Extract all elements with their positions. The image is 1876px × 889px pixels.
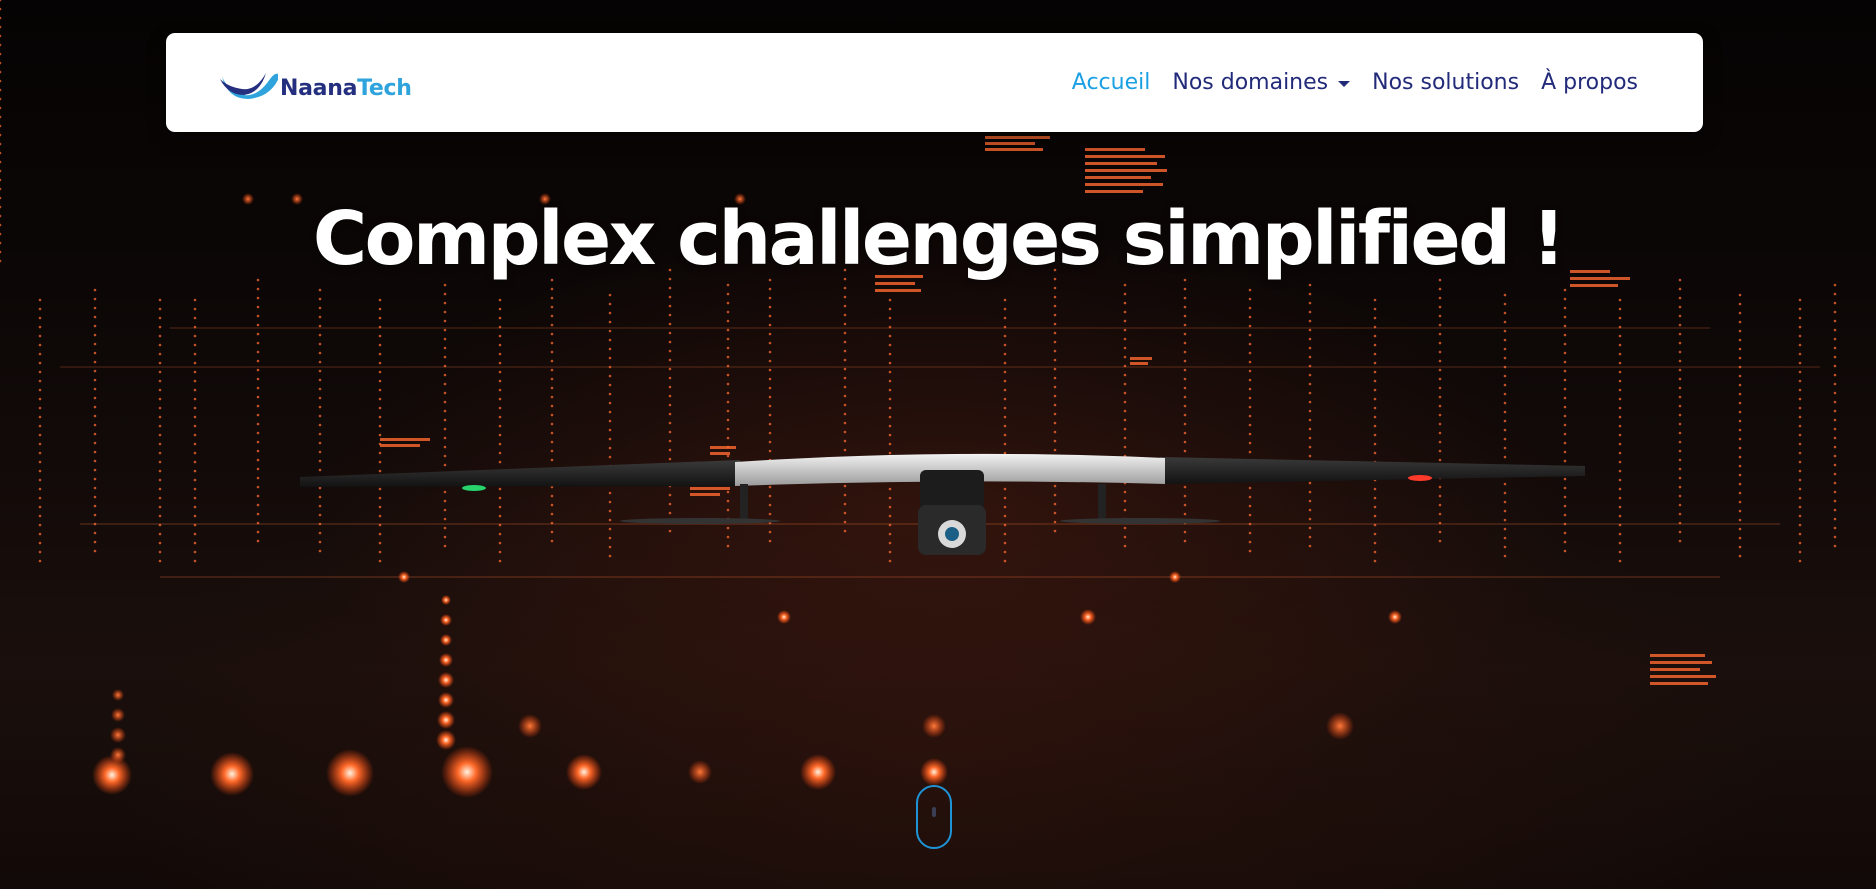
hero-section: NaanaTech Accueil Nos domaines Nos solut… <box>0 0 1876 889</box>
brand-name: NaanaTech <box>280 68 412 101</box>
nav-nos-domaines-label: Nos domaines <box>1172 70 1329 95</box>
nav-nos-domaines-dropdown[interactable]: Nos domaines <box>1172 70 1351 95</box>
brand-name-part2: Tech <box>357 75 412 101</box>
brand-name-part1: Naana <box>280 75 358 101</box>
mouse-scroll-icon[interactable] <box>916 785 952 849</box>
hero-background-image <box>0 0 1837 798</box>
scroll-wheel <box>932 807 936 817</box>
nav-a-propos[interactable]: À propos <box>1541 70 1638 95</box>
hero-headline: Complex challenges simplified ! <box>312 196 1566 282</box>
nav-accueil[interactable]: Accueil <box>1072 70 1151 95</box>
drone-illustration <box>300 453 1585 555</box>
brand-logo-link[interactable]: NaanaTech <box>220 67 412 101</box>
caret-down-icon <box>1338 80 1351 87</box>
nav-nos-solutions[interactable]: Nos solutions <box>1372 70 1519 95</box>
nav-menu: Accueil Nos domaines Nos solutions À pro… <box>1072 33 1638 132</box>
wave-logo-icon <box>220 73 278 99</box>
top-navbar: NaanaTech Accueil Nos domaines Nos solut… <box>166 33 1703 132</box>
